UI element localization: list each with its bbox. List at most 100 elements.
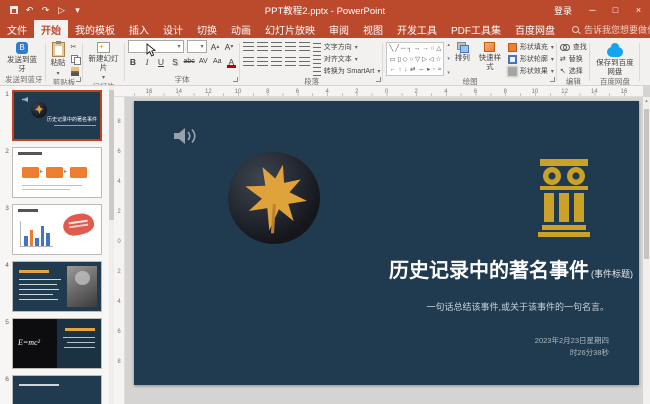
cut-button[interactable]: ✂ <box>71 42 80 52</box>
bullets-icon[interactable] <box>243 42 254 51</box>
shapes-gallery-scroll[interactable]: ▴ ▾ ▾ <box>447 42 450 76</box>
shape-glyph[interactable]: ◇ <box>403 55 408 64</box>
shrink-font-button[interactable]: A▾ <box>224 41 235 53</box>
shape-glyph[interactable]: ⇄ <box>410 65 415 74</box>
up-arrow-icon[interactable]: ▴ <box>447 42 450 48</box>
slide-thumbnail-1[interactable]: 历史记录中的著名事件 <box>12 90 102 141</box>
shape-glyph[interactable]: ─ <box>401 44 406 53</box>
quick-styles-button[interactable]: 快速样式 <box>475 40 505 71</box>
down-arrow-icon[interactable]: ▾ <box>447 56 450 62</box>
scroll-up-icon[interactable]: ▴ <box>643 97 650 105</box>
tell-me-search[interactable]: 告诉我您想要做什么... <box>562 20 650 38</box>
close-button[interactable]: × <box>627 0 650 20</box>
ribbon-tab[interactable]: 百度网盘 <box>508 20 562 38</box>
ribbon-tab[interactable]: 视图 <box>356 20 390 38</box>
shape-glyph[interactable]: ▷ <box>422 55 427 64</box>
line-spacing-icon[interactable] <box>299 42 310 51</box>
convert-smartart-button[interactable]: 转换为 SmartArt▾ <box>313 66 381 76</box>
text-direction-button[interactable]: 文字方向▾ <box>313 42 381 52</box>
vertical-scrollbar[interactable]: ▴ <box>643 97 650 404</box>
replace-button[interactable]: ⇄替换 <box>560 54 587 64</box>
ribbon-tab[interactable]: 插入 <box>122 20 156 38</box>
ribbon-tab[interactable]: 设计 <box>156 20 190 38</box>
grow-font-button[interactable]: A▴ <box>210 41 221 53</box>
new-slide-button[interactable]: 新建幻灯片 ▾ <box>86 40 122 81</box>
shape-glyph[interactable]: ┐ <box>407 44 412 53</box>
arrange-button[interactable]: 排列 <box>453 40 472 63</box>
send-to-bluetooth-button[interactable]: 发送到蓝牙 <box>5 40 39 73</box>
text-shadow-button[interactable]: S <box>170 56 181 68</box>
slide-thumbnail-5[interactable]: E=mc² <box>12 318 102 369</box>
ribbon-tab[interactable]: 幻灯片放映 <box>258 20 322 38</box>
find-button[interactable]: 查找 <box>560 42 587 52</box>
increase-indent-icon[interactable] <box>285 42 296 51</box>
shape-glyph[interactable]: ▽ <box>415 55 420 64</box>
shape-glyph[interactable]: → <box>422 44 429 53</box>
shape-glyph[interactable]: ↓ <box>404 65 407 74</box>
shape-glyph[interactable]: ⇔ <box>418 65 425 74</box>
italic-button[interactable]: I <box>142 56 153 68</box>
drawing-dialog-launcher[interactable] <box>550 77 555 82</box>
scrollbar-thumb[interactable] <box>644 109 649 259</box>
customize-qat-button[interactable]: ▾ <box>71 3 84 17</box>
login-button[interactable]: 登录 <box>545 0 581 20</box>
undo-button[interactable]: ↶ <box>23 3 36 17</box>
select-button[interactable]: ↖选择 <box>560 66 587 76</box>
column-logo[interactable] <box>538 159 590 237</box>
ribbon-tab[interactable]: 文件 <box>0 20 34 38</box>
strikethrough-button[interactable]: abc <box>184 56 195 68</box>
save-to-baidu-netdisk-button[interactable]: 保存到百度网盘 <box>593 40 637 76</box>
slide-thumbnail-4[interactable] <box>12 261 102 312</box>
font-dialog-launcher[interactable] <box>233 77 238 82</box>
shape-glyph[interactable]: ○ <box>431 44 435 53</box>
leaf-image[interactable] <box>228 152 320 244</box>
slide-thumbnail-2[interactable] <box>12 147 102 198</box>
audio-icon[interactable] <box>172 125 198 147</box>
start-slideshow-button[interactable]: ▷ <box>55 3 68 17</box>
shape-glyph[interactable]: ☆ <box>436 55 442 64</box>
change-case-button[interactable]: Aa <box>212 56 223 68</box>
ribbon-tab[interactable]: 动画 <box>224 20 258 38</box>
shape-glyph[interactable]: △ <box>436 44 441 53</box>
ribbon-tab[interactable]: 切换 <box>190 20 224 38</box>
shape-fill-button[interactable]: 形状填充▾ <box>508 42 554 52</box>
shape-glyph[interactable]: ○ <box>409 55 413 64</box>
align-center-icon[interactable] <box>257 57 268 66</box>
shape-glyph[interactable]: ≈ <box>438 65 442 74</box>
ribbon-tab[interactable]: 开始 <box>34 20 68 38</box>
font-color-button[interactable]: A <box>226 56 237 68</box>
shape-glyph[interactable]: ↑ <box>398 65 401 74</box>
slide-thumbnail-3[interactable] <box>12 204 102 255</box>
slide-canvas[interactable]: 历史记录中的著名事件(事件标题) 一句话总结该事件,或关于该事件的一句名言。 2… <box>134 101 639 385</box>
slide-datetime[interactable]: 2023年2月23日星期四 时26分38秒 <box>535 335 609 359</box>
shapes-gallery[interactable]: ╲╱─┐↔→○△ ▭▯◇○▽▷◁☆ ←↑↓⇄⇔▸◦≈ <box>386 42 444 76</box>
shape-glyph[interactable]: ▯ <box>397 55 401 64</box>
align-text-button[interactable]: 对齐文本▾ <box>313 54 381 64</box>
bold-button[interactable]: B <box>128 56 139 68</box>
save-button[interactable] <box>7 3 20 17</box>
shape-glyph[interactable]: ▸ <box>427 65 430 74</box>
decrease-indent-icon[interactable] <box>271 42 282 51</box>
ribbon-tab[interactable]: 开发工具 <box>390 20 444 38</box>
paragraph-dialog-launcher[interactable] <box>376 77 381 82</box>
align-left-icon[interactable] <box>243 57 254 66</box>
clipboard-dialog-launcher[interactable] <box>76 77 81 82</box>
slide-subtitle[interactable]: 一句话总结该事件,或关于该事件的一句名言。 <box>426 300 609 313</box>
underline-button[interactable]: U <box>156 56 167 68</box>
slide-thumbnail-6[interactable] <box>12 375 102 404</box>
shape-effects-button[interactable]: 形状效果▾ <box>508 66 554 76</box>
shape-glyph[interactable]: ╱ <box>395 44 399 53</box>
shape-glyph[interactable]: ◦ <box>433 65 435 74</box>
shape-glyph[interactable]: ← <box>389 65 396 74</box>
copy-button[interactable] <box>71 54 80 64</box>
slide-title[interactable]: 历史记录中的著名事件(事件标题) <box>389 254 633 283</box>
format-painter-button[interactable] <box>71 66 80 76</box>
shape-glyph[interactable]: ╲ <box>389 44 393 53</box>
redo-button[interactable]: ↷ <box>39 3 52 17</box>
ribbon-tab[interactable]: PDF工具集 <box>444 20 508 38</box>
minimize-button[interactable]: ─ <box>581 0 604 20</box>
shape-outline-button[interactable]: 形状轮廓▾ <box>508 54 554 64</box>
justify-icon[interactable] <box>285 57 296 66</box>
align-right-icon[interactable] <box>271 57 282 66</box>
ribbon-tab[interactable]: 审阅 <box>322 20 356 38</box>
